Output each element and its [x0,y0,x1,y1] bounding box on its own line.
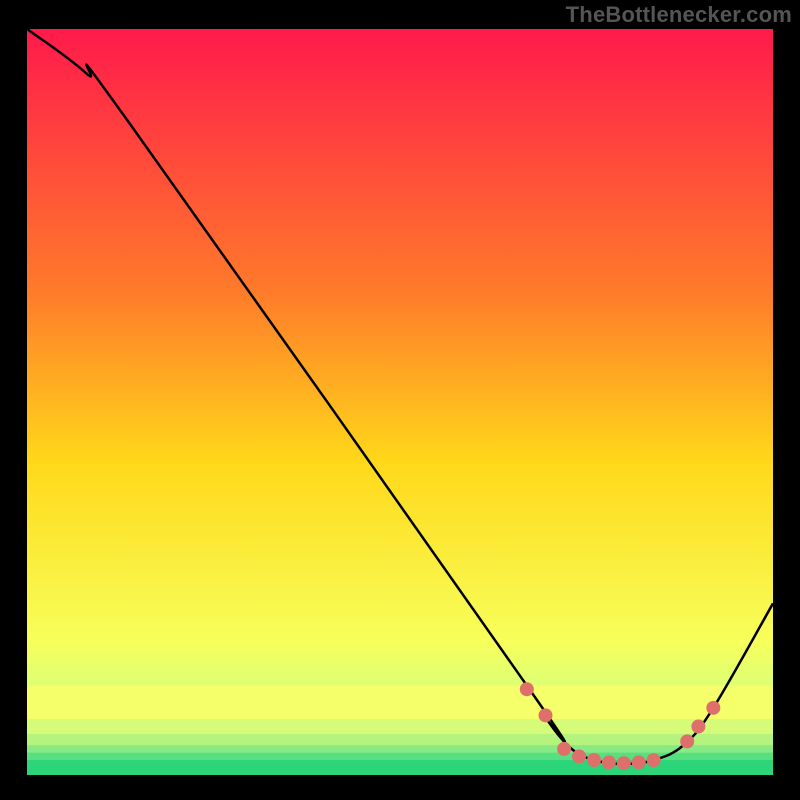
data-dot [572,749,586,763]
data-dot [587,753,601,767]
data-dot [706,701,720,715]
chart-plot-area [27,29,773,775]
data-dot [538,708,552,722]
attribution-label: TheBottlenecker.com [566,2,792,28]
page-root: TheBottlenecker.com [0,0,800,800]
data-dot [632,755,646,769]
data-dot [691,720,705,734]
data-dot [617,756,631,770]
chart-svg [27,29,773,775]
data-dot [557,742,571,756]
data-dot [520,682,534,696]
bottom-bands [27,685,773,775]
data-dot [680,734,694,748]
data-dot [647,753,661,767]
gradient-background [27,29,773,775]
data-dot [602,755,616,769]
